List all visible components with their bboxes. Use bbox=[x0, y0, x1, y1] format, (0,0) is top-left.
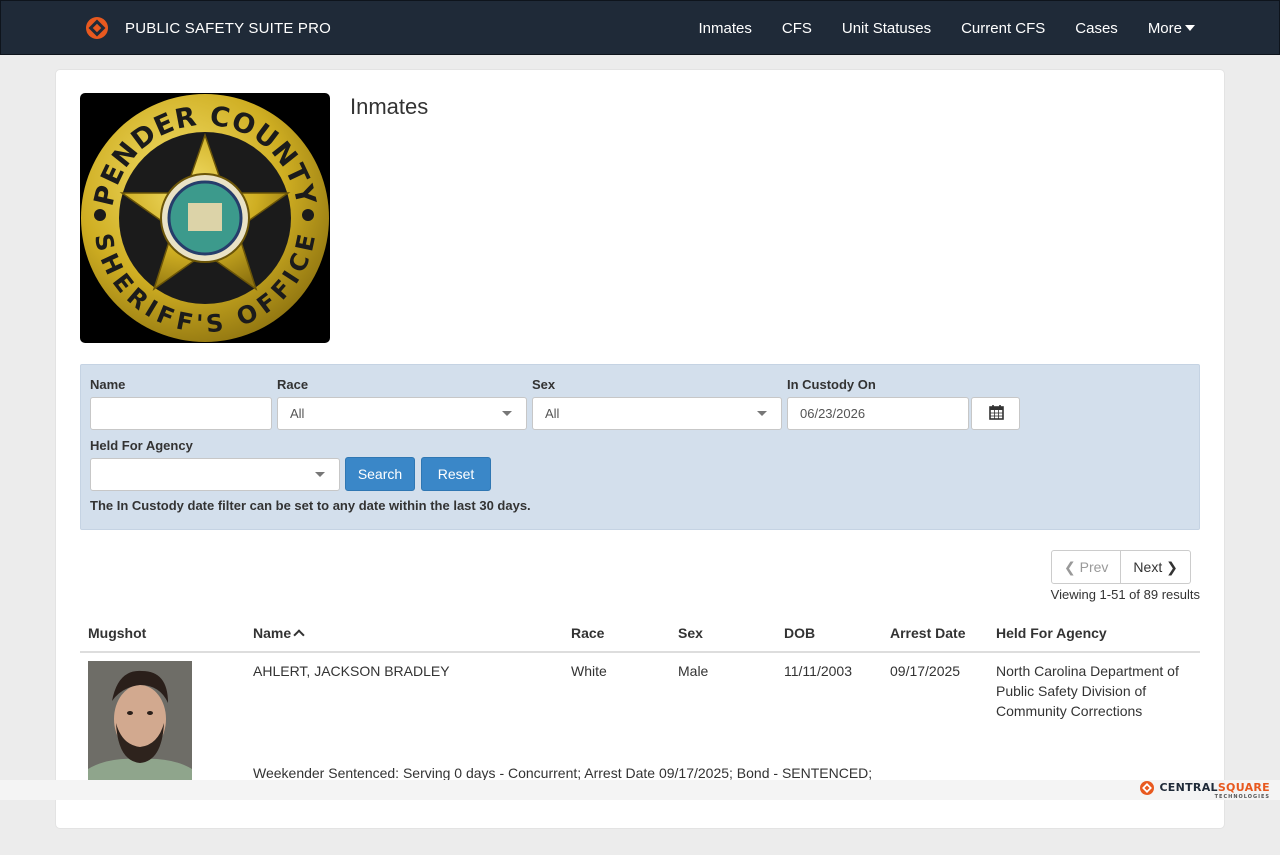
centralsquare-logo-icon bbox=[1140, 781, 1155, 795]
next-label: Next bbox=[1133, 559, 1163, 575]
column-name-sort[interactable]: Name bbox=[253, 625, 305, 641]
chevron-right-icon: ❯ bbox=[1166, 559, 1178, 575]
sex-label: Sex bbox=[532, 377, 556, 392]
main-nav: Inmates CFS Unit Statuses Current CFS Ca… bbox=[669, 1, 1195, 56]
page-title: Inmates bbox=[350, 94, 429, 119]
sex-selected-value: All bbox=[545, 406, 560, 421]
held-for-agency-select[interactable] bbox=[90, 458, 340, 491]
reset-button[interactable]: Reset bbox=[421, 457, 491, 491]
results-count: Viewing 1-51 of 89 results bbox=[1050, 587, 1200, 602]
logo-text-central: CENTRAL bbox=[1159, 781, 1218, 794]
custody-filter-note: The In Custody date filter can be set to… bbox=[90, 498, 531, 513]
column-mugshot: Mugshot bbox=[88, 625, 147, 641]
brand-logo-icon bbox=[86, 17, 108, 39]
brand-name: PUBLIC SAFETY SUITE PRO bbox=[125, 19, 332, 37]
search-filters: Name Race All Sex All In Custody On 06/2… bbox=[80, 364, 1200, 530]
held-for-agency-label: Held For Agency bbox=[90, 438, 193, 453]
pagination: ❮ Prev Next ❯ bbox=[1051, 550, 1191, 584]
caret-down-icon bbox=[1185, 25, 1195, 31]
prev-button[interactable]: ❮ Prev bbox=[1051, 550, 1122, 584]
column-sex[interactable]: Sex bbox=[678, 625, 703, 641]
nav-unit-statuses[interactable]: Unit Statuses bbox=[842, 20, 931, 37]
column-name-label: Name bbox=[253, 625, 292, 641]
nav-more-label: More bbox=[1147, 20, 1182, 37]
race-selected-value: All bbox=[290, 406, 305, 421]
top-navbar: PUBLIC SAFETY SUITE PRO Inmates CFS Unit… bbox=[0, 0, 1280, 55]
centralsquare-logo: CENTRALSQUARE TECHNOLOGIES bbox=[1139, 780, 1270, 800]
mugshot-photo-icon bbox=[88, 661, 192, 786]
name-label: Name bbox=[90, 377, 126, 392]
brand[interactable]: PUBLIC SAFETY SUITE PRO bbox=[85, 16, 331, 40]
calendar-button[interactable] bbox=[971, 397, 1020, 430]
sex-select[interactable]: All bbox=[532, 397, 782, 430]
mugshot-image[interactable] bbox=[88, 661, 192, 786]
inmate-held-for-agency: North Carolina Department of Public Safe… bbox=[996, 663, 1179, 719]
sort-ascending-icon bbox=[293, 629, 305, 641]
nav-current-cfs[interactable]: Current CFS bbox=[961, 20, 1045, 37]
inmate-arrest-date: 09/17/2025 bbox=[890, 663, 961, 679]
race-select[interactable]: All bbox=[277, 397, 527, 430]
nav-inmates[interactable]: Inmates bbox=[699, 20, 752, 37]
nav-cases[interactable]: Cases bbox=[1075, 20, 1118, 37]
column-held-for-agency[interactable]: Held For Agency bbox=[996, 625, 1107, 641]
chevron-left-icon: ❮ bbox=[1064, 559, 1076, 575]
table-row: AHLERT, JACKSON BRADLEY White Male 11/11… bbox=[80, 655, 1200, 855]
sheriff-badge-logo: PENDER COUNTY SHERIFF'S OFFICE bbox=[80, 93, 330, 343]
search-button[interactable]: Search bbox=[345, 457, 415, 491]
caret-down-icon bbox=[757, 411, 767, 416]
inmate-sex: Male bbox=[678, 663, 709, 679]
logo-text-square: SQUARE bbox=[1217, 781, 1270, 794]
nav-cfs[interactable]: CFS bbox=[782, 20, 812, 37]
calendar-icon bbox=[989, 405, 1004, 420]
sheriff-badge-icon: PENDER COUNTY SHERIFF'S OFFICE bbox=[81, 94, 329, 342]
caret-down-icon bbox=[315, 472, 325, 477]
inmate-dob: 11/11/2003 bbox=[784, 663, 852, 679]
inmate-name[interactable]: AHLERT, JACKSON BRADLEY bbox=[253, 661, 450, 681]
footer-bar bbox=[0, 780, 1280, 800]
custody-date-label: In Custody On bbox=[787, 377, 876, 392]
prev-label: Prev bbox=[1079, 559, 1109, 575]
nav-more-dropdown[interactable]: More bbox=[1148, 20, 1195, 37]
table-header: Mugshot Name Race Sex DOB Arrest Date He… bbox=[80, 623, 1200, 653]
column-race[interactable]: Race bbox=[571, 625, 604, 641]
custody-date-input[interactable] bbox=[787, 397, 969, 430]
main-panel: PENDER COUNTY SHERIFF'S OFFICE Inmates N… bbox=[55, 69, 1225, 829]
column-arrest-date[interactable]: Arrest Date bbox=[890, 625, 965, 641]
caret-down-icon bbox=[502, 411, 512, 416]
logo-text-technologies: TECHNOLOGIES bbox=[1214, 794, 1270, 800]
column-dob[interactable]: DOB bbox=[784, 625, 815, 641]
inmate-race: White bbox=[571, 663, 607, 679]
race-label: Race bbox=[277, 377, 309, 392]
inmate-charges: Weekender Sentenced: Serving 0 days - Co… bbox=[253, 765, 873, 781]
next-button[interactable]: Next ❯ bbox=[1121, 550, 1191, 584]
name-input[interactable] bbox=[90, 397, 272, 430]
centralsquare-wordmark: CENTRALSQUARE TECHNOLOGIES bbox=[1159, 781, 1270, 800]
